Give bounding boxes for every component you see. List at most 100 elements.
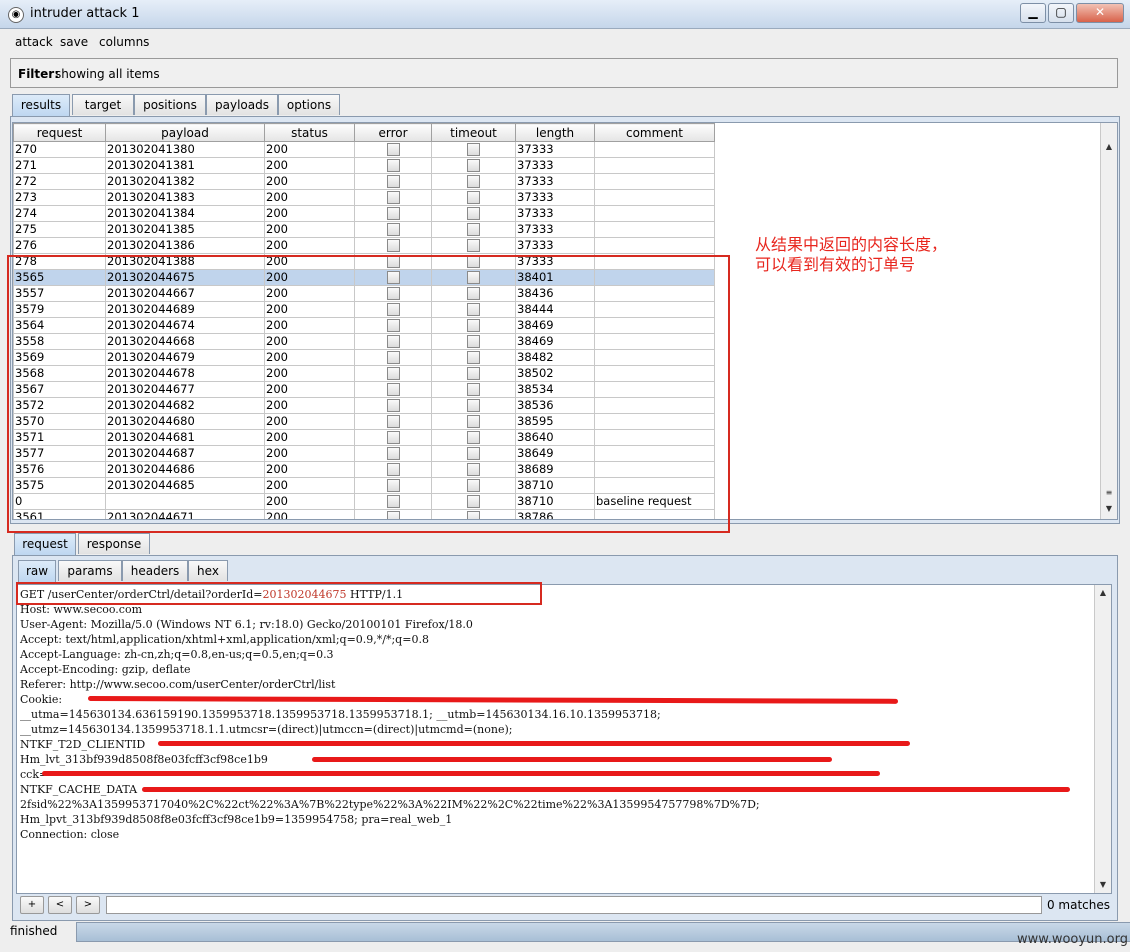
annotation-line-2: 可以看到有效的订单号 (755, 255, 916, 274)
request-header-line: Accept-Encoding: gzip, deflate (20, 663, 191, 676)
status-text: finished (10, 924, 58, 938)
search-input[interactable] (106, 896, 1042, 914)
col-header-timeout[interactable]: timeout (431, 123, 516, 142)
cell-length: 37333 (515, 189, 595, 206)
tab-params[interactable]: params (58, 560, 122, 581)
error-checkbox[interactable] (386, 223, 400, 236)
tab-response[interactable]: response (78, 533, 150, 554)
tab-raw[interactable]: raw (18, 560, 56, 583)
request-header-line: 2fsid%22%3A1359953717040%2C%22ct%22%3A%7… (20, 798, 760, 811)
request-header-line: __utma=145630134.636159190.1359953718.13… (20, 708, 661, 721)
error-checkbox[interactable] (386, 143, 400, 156)
cell-request: 275 (13, 221, 106, 238)
editor-scroll-down-icon[interactable]: ▼ (1095, 877, 1111, 893)
editor-scrollbar[interactable]: ▲ ▼ (1094, 585, 1111, 893)
scroll-up-icon[interactable]: ▲ (1101, 139, 1117, 155)
error-checkbox[interactable] (386, 239, 400, 252)
cell-error (354, 141, 432, 158)
col-header-request[interactable]: request (13, 123, 106, 142)
cell-timeout (431, 141, 516, 158)
cell-payload: 201302041382 (105, 173, 265, 190)
table-row[interactable]: 272 201302041382 200 37333 (13, 173, 715, 190)
error-checkbox[interactable] (386, 175, 400, 188)
cell-payload: 201302041385 (105, 221, 265, 238)
tab-payloads[interactable]: payloads (206, 94, 278, 115)
table-row[interactable]: 274 201302041384 200 37333 (13, 205, 715, 222)
timeout-checkbox[interactable] (467, 159, 480, 172)
cell-request: 270 (13, 141, 106, 158)
filter-bar[interactable]: Filter: showing all items (10, 58, 1118, 88)
col-header-payload[interactable]: payload (105, 123, 265, 142)
col-header-comment[interactable]: comment (594, 123, 715, 142)
cell-timeout (431, 237, 516, 254)
search-prev-button[interactable]: < (48, 896, 72, 914)
cell-length: 37333 (515, 237, 595, 254)
cell-comment (594, 221, 715, 238)
status-bar: finished (0, 920, 1130, 942)
request-raw-text[interactable]: GET /userCenter/orderCtrl/detail?orderId… (20, 587, 760, 842)
search-next-button[interactable]: > (76, 896, 100, 914)
timeout-checkbox[interactable] (467, 175, 480, 188)
cell-error (354, 157, 432, 174)
cell-status: 200 (264, 205, 355, 222)
col-header-error[interactable]: error (354, 123, 432, 142)
request-header-line: Accept: text/html,application/xhtml+xml,… (20, 633, 429, 646)
cell-timeout (431, 189, 516, 206)
highlight-request-line-box (16, 582, 542, 605)
cell-status: 200 (264, 237, 355, 254)
tab-target[interactable]: target (72, 94, 134, 115)
menu-save[interactable]: save (60, 35, 88, 49)
tab-positions[interactable]: positions (134, 94, 206, 115)
cell-comment (594, 205, 715, 222)
cell-payload: 201302041386 (105, 237, 265, 254)
cell-payload: 201302041383 (105, 189, 265, 206)
view-tabs: raw params headers hex (18, 560, 238, 583)
annotation-note: 从结果中返回的内容长度， 可以看到有效的订单号 (755, 235, 947, 275)
cell-request: 272 (13, 173, 106, 190)
cell-comment (594, 141, 715, 158)
error-checkbox[interactable] (386, 191, 400, 204)
timeout-checkbox[interactable] (467, 207, 480, 220)
results-scrollbar[interactable]: ▲ ≡ ▼ (1100, 123, 1117, 519)
cell-error (354, 173, 432, 190)
redaction-mark (312, 757, 832, 762)
scroll-down-icon[interactable]: ▼ (1101, 501, 1117, 517)
table-row[interactable]: 271 201302041381 200 37333 (13, 157, 715, 174)
error-checkbox[interactable] (386, 207, 400, 220)
editor-scroll-up-icon[interactable]: ▲ (1095, 585, 1111, 601)
close-button[interactable]: ✕ (1076, 3, 1124, 23)
tab-results[interactable]: results (12, 94, 70, 117)
search-options-button[interactable]: + (20, 896, 44, 914)
tab-request[interactable]: request (14, 533, 76, 556)
menu-columns[interactable]: columns (99, 35, 149, 49)
menu-attack[interactable]: attack (15, 35, 53, 49)
table-row[interactable]: 276 201302041386 200 37333 (13, 237, 715, 254)
tab-hex[interactable]: hex (188, 560, 228, 581)
error-checkbox[interactable] (386, 159, 400, 172)
tab-options[interactable]: options (278, 94, 340, 115)
request-header-line: Cookie: (20, 693, 66, 706)
window-title: intruder attack 1 (30, 6, 140, 21)
request-editor[interactable]: GET /userCenter/orderCtrl/detail?orderId… (16, 584, 1112, 894)
menu-bar: attack save columns (0, 30, 1130, 54)
cell-status: 200 (264, 157, 355, 174)
request-header-line: Hm_lpvt_313bf939d8508f8e03fcff3cf98ce1b9… (20, 813, 453, 826)
col-header-length[interactable]: length (515, 123, 595, 142)
scroll-thumb-grip-icon[interactable]: ≡ (1101, 485, 1117, 501)
title-bar: ◉ intruder attack 1 ▁ ▢ ✕ (0, 0, 1130, 29)
cell-status: 200 (264, 221, 355, 238)
table-row[interactable]: 275 201302041385 200 37333 (13, 221, 715, 238)
timeout-checkbox[interactable] (467, 191, 480, 204)
table-row[interactable]: 273 201302041383 200 37333 (13, 189, 715, 206)
burp-app-icon: ◉ (8, 7, 24, 23)
table-row[interactable]: 270 201302041380 200 37333 (13, 141, 715, 158)
timeout-checkbox[interactable] (467, 223, 480, 236)
maximize-button[interactable]: ▢ (1048, 3, 1074, 23)
col-header-status[interactable]: status (264, 123, 355, 142)
minimize-button[interactable]: ▁ (1020, 3, 1046, 23)
watermark: www.wooyun.org (1016, 932, 1128, 947)
tab-headers[interactable]: headers (122, 560, 188, 581)
timeout-checkbox[interactable] (467, 239, 480, 252)
timeout-checkbox[interactable] (467, 143, 480, 156)
cell-status: 200 (264, 141, 355, 158)
